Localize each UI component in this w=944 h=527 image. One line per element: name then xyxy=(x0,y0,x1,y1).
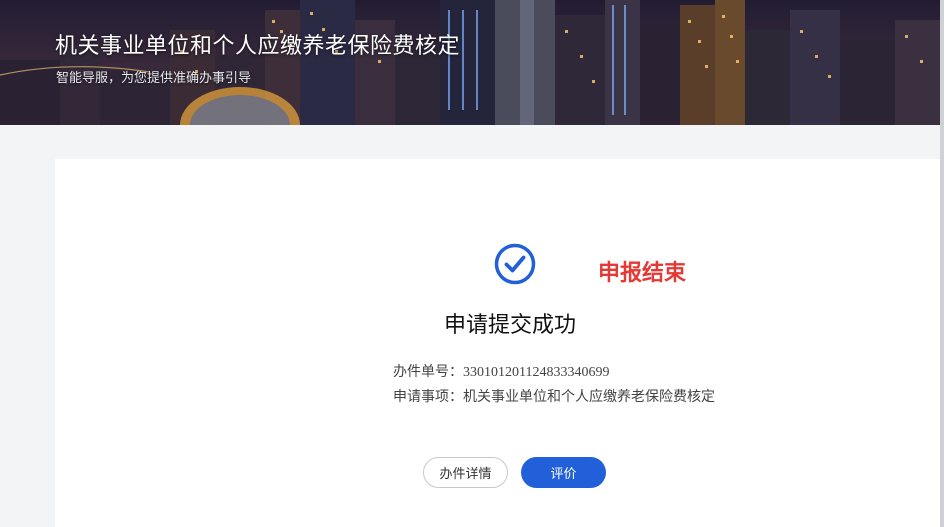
header-banner: 机关事业单位和个人应缴养老保险费核定 智能导服，为您提供准确办事引导 xyxy=(0,0,944,125)
city-skyline-image xyxy=(0,0,944,125)
order-number-value: 330101201124833340699 xyxy=(463,365,610,380)
end-status-label: 申报结束 xyxy=(598,261,687,286)
view-details-button[interactable]: 办件详情 xyxy=(423,457,508,488)
application-item-value: 机关事业单位和个人应缴养老保险费核定 xyxy=(463,389,715,405)
success-title: 申请提交成功 xyxy=(444,313,577,338)
check-circle-icon xyxy=(494,243,536,285)
page-title: 机关事业单位和个人应缴养老保险费核定 xyxy=(55,34,461,59)
application-item-label: 申请事项： xyxy=(393,389,463,405)
page-subtitle: 智能导服，为您提供准确办事引导 xyxy=(56,71,252,86)
order-number-label: 办件单号： xyxy=(393,364,463,380)
scrollbar-track[interactable] xyxy=(940,0,944,527)
order-number-row: 办件单号：330101201124833340699 xyxy=(393,361,609,381)
rate-button[interactable]: 评价 xyxy=(521,457,606,488)
application-item-row: 申请事项：机关事业单位和个人应缴养老保险费核定 xyxy=(393,386,715,406)
